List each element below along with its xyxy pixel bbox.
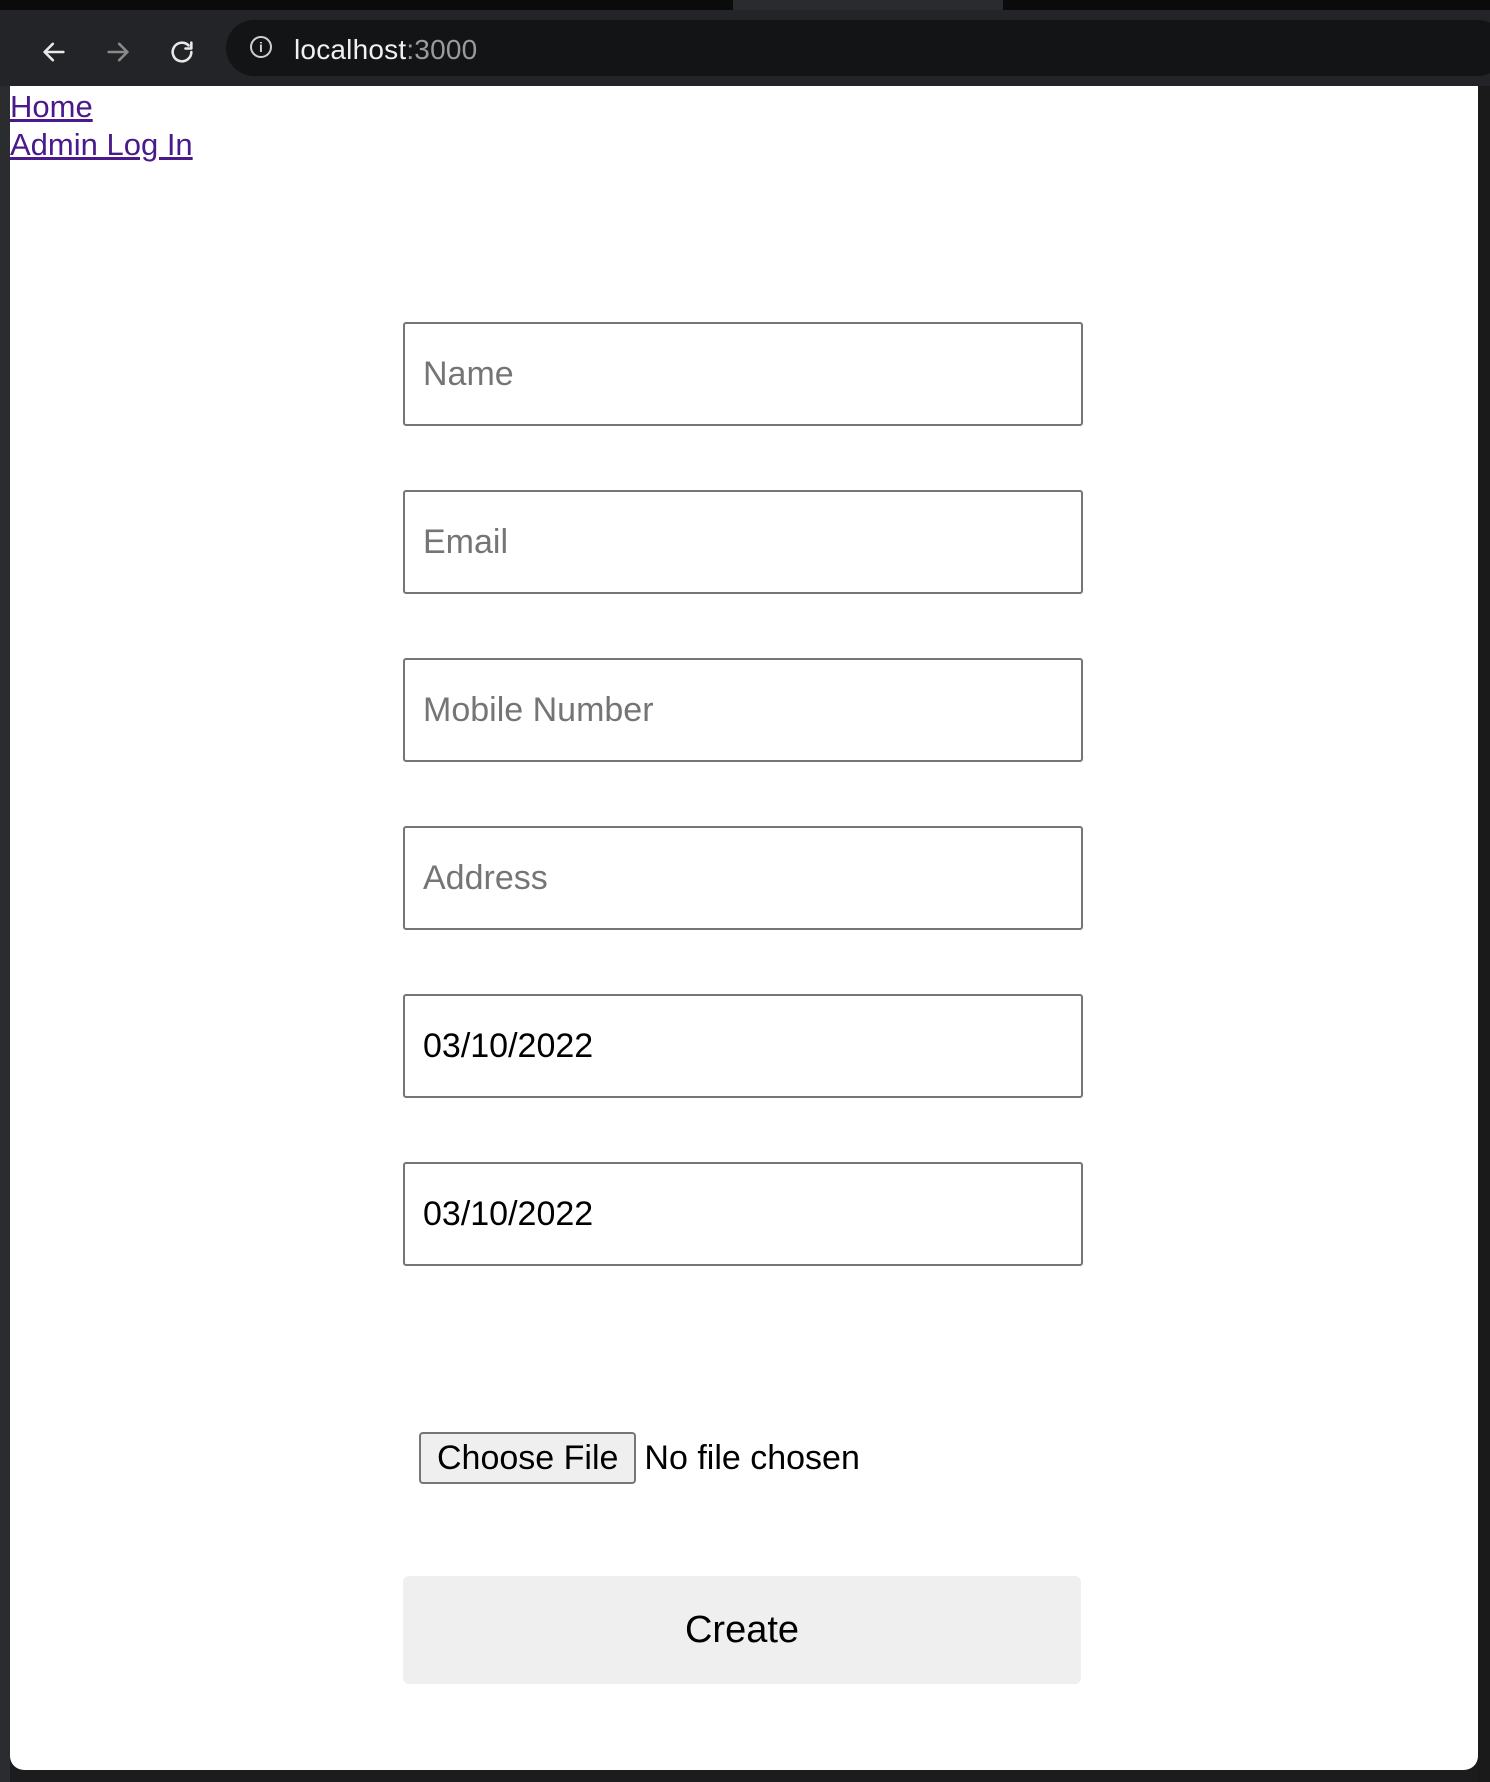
nav-links: Home Admin Log In	[10, 88, 193, 164]
file-upload: Choose File No file chosen	[419, 1432, 860, 1484]
home-link[interactable]: Home	[10, 88, 193, 126]
reload-icon	[171, 41, 193, 63]
date-input-2[interactable]	[403, 1162, 1083, 1266]
info-icon[interactable]: i	[250, 36, 272, 58]
url-text[interactable]: localhost:3000	[294, 34, 477, 66]
arrow-left-icon	[43, 42, 65, 62]
name-input[interactable]	[403, 322, 1083, 426]
right-window-edge	[1478, 86, 1490, 1782]
create-button[interactable]: Create	[403, 1576, 1081, 1684]
back-button[interactable]	[34, 32, 74, 72]
browser-toolbar: i localhost:3000	[0, 10, 1490, 86]
file-status-text: No file chosen	[644, 1438, 860, 1477]
mobile-number-input[interactable]	[403, 658, 1083, 762]
email-input[interactable]	[403, 490, 1083, 594]
url-port: :3000	[406, 34, 478, 65]
date-input-1[interactable]	[403, 994, 1083, 1098]
choose-file-button[interactable]: Choose File	[419, 1432, 637, 1484]
reload-button[interactable]	[162, 32, 202, 72]
address-input[interactable]	[403, 826, 1083, 930]
page-viewport: Home Admin Log In Choose File No file ch…	[10, 86, 1478, 1770]
arrow-right-icon	[107, 42, 129, 62]
forward-button[interactable]	[98, 32, 138, 72]
admin-login-link[interactable]: Admin Log In	[10, 126, 193, 164]
address-bar[interactable]: i localhost:3000	[226, 20, 1490, 76]
left-window-edge	[0, 86, 10, 1782]
url-host: localhost	[294, 34, 407, 65]
